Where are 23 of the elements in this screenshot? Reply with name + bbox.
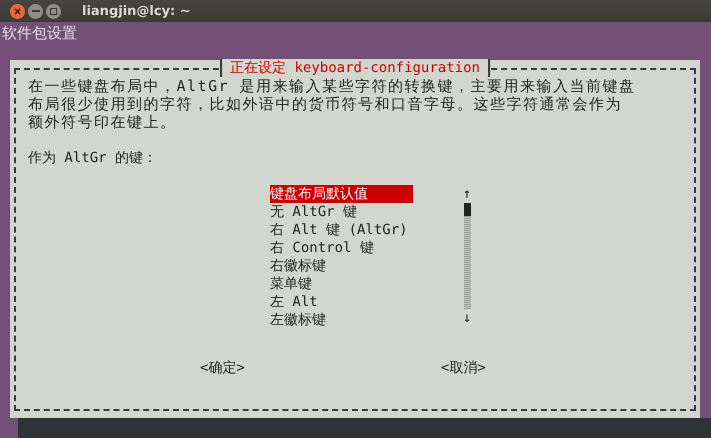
cancel-button[interactable]: <取消> — [440, 359, 486, 377]
option-item[interactable]: 左徽标键 — [270, 311, 413, 329]
minimize-icon[interactable] — [28, 4, 43, 18]
description-line: 布局很少使用到的字符，比如外语中的货币符号和口音字母。这些字符通常会作为 — [28, 95, 622, 113]
window-title: liangjin@lcy: ~ — [82, 4, 191, 18]
prompt-text: 作为 AltGr 的键： — [28, 149, 158, 167]
option-item[interactable]: 右 Alt 键 (AltGr) — [270, 221, 413, 239]
option-item[interactable]: 无 AltGr 键 — [270, 203, 413, 221]
dialog-title: 正在设定 keyboard-configuration — [220, 59, 490, 77]
option-item[interactable]: 菜单键 — [270, 275, 413, 293]
option-item[interactable]: 左 Alt — [270, 293, 413, 311]
description-line: 在一些键盘布局中，AltGr 是用来输入某些字符的转换键，主要用来输入当前键盘 — [28, 77, 636, 95]
scrollbar-thumb[interactable] — [464, 203, 470, 216]
option-item[interactable]: 右徽标键 — [270, 257, 413, 275]
description-line: 额外符号印在键上。 — [28, 113, 176, 131]
terminal-header: 软件包设置 — [2, 23, 77, 43]
option-item[interactable]: 右 Control 键 — [270, 239, 413, 257]
maximize-icon[interactable] — [46, 4, 61, 18]
ok-button[interactable]: <确定> — [200, 359, 245, 377]
scroll-up-arrow[interactable]: ↑ — [462, 185, 472, 203]
close-icon[interactable] — [10, 4, 25, 18]
scroll-down-arrow[interactable]: ↓ — [462, 309, 472, 327]
option-item[interactable]: 键盘布局默认值 — [270, 185, 413, 203]
